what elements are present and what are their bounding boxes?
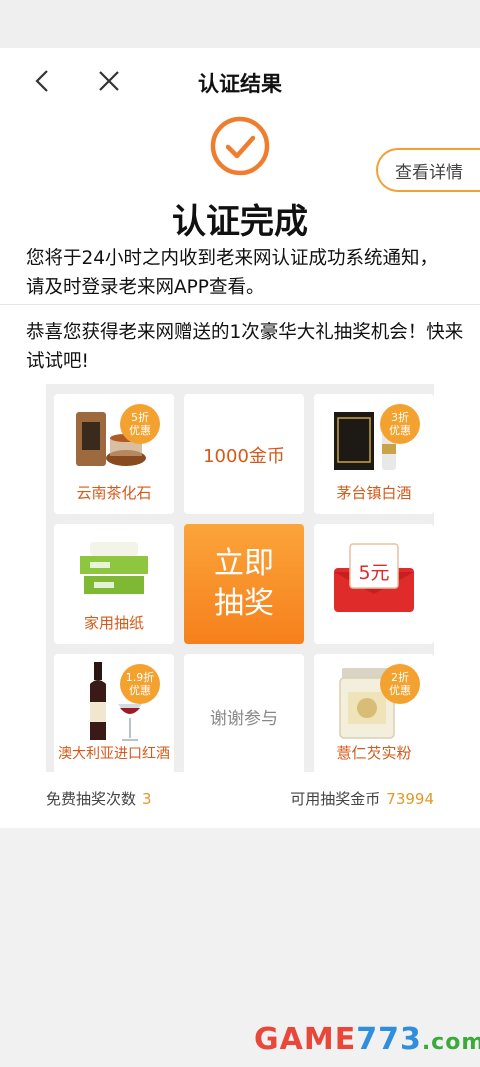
prize-cell-coins: 1000金币 (184, 394, 304, 514)
coins-count: 73994 (386, 790, 434, 808)
red-packet-amount: 5元 (358, 562, 390, 584)
prize-cell-wine: 1.9折 优惠 澳大利亚进口红酒 (54, 654, 174, 774)
discount-badge: 5折 优惠 (120, 404, 160, 444)
site-watermark-logo: GAME773.com (254, 1022, 480, 1057)
prize-cell-tissue: 家用抽纸 (54, 524, 174, 644)
nav-bar: 认证结果 (0, 48, 480, 114)
prize-label: 薏仁芡实粉 (336, 744, 412, 762)
prize-label: 谢谢参与 (210, 709, 278, 729)
prize-cell-tea: 5折 优惠 云南茶化石 (54, 394, 174, 514)
prize-label: 1000金币 (203, 446, 285, 467)
prize-cell-liquor: 3折 优惠 茅台镇白酒 (314, 394, 434, 514)
page-title: 认证结果 (198, 72, 282, 96)
divider (0, 304, 480, 305)
discount-badge: 3折 优惠 (380, 404, 420, 444)
prize-label: 茅台镇白酒 (336, 484, 412, 502)
discount-badge: 1.9折 优惠 (120, 664, 160, 704)
page: 认证结果 查看详情 认证完成 您将于24小时之内收到老来网认证成功系统通知，请及… (0, 48, 480, 828)
draw-button[interactable]: 立即 抽奖 (184, 524, 304, 644)
coins-label: 可用抽奖金币 (290, 790, 381, 808)
view-details-button[interactable]: 查看详情 (376, 148, 480, 192)
prize-label: 云南茶化石 (76, 484, 152, 502)
discount-badge: 2折 优惠 (380, 664, 420, 704)
congrats-text: 恭喜您获得老来网赠送的1次豪华大礼抽奖机会！快来试试吧! (26, 322, 464, 372)
success-check-icon (210, 116, 270, 176)
lottery-grid: 5折 优惠 云南茶化石 1000金币 3折 优惠 茅台镇白酒 家用抽纸 立即 抽… (46, 384, 434, 774)
lottery-footer: 免费抽奖次数 3 可用抽奖金币 73994 (46, 788, 434, 812)
free-draws-label: 免费抽奖次数 (46, 790, 137, 808)
result-title: 认证完成 (172, 202, 308, 242)
status-bar (0, 0, 480, 48)
prize-label: 澳大利亚进口红酒 (58, 746, 170, 762)
prize-cell-thanks: 谢谢参与 (184, 654, 304, 774)
prize-label: 家用抽纸 (83, 614, 144, 632)
notice-text: 您将于24小时之内收到老来网认证成功系统通知，请及时登录老来网APP查看。 (26, 248, 439, 298)
tissue-product-icon (80, 542, 148, 594)
available-coins: 可用抽奖金币 73994 (290, 788, 434, 809)
prize-cell-red-packet: 5元 (314, 524, 434, 644)
prize-cell-powder: 2折 优惠 薏仁芡实粉 (314, 654, 434, 774)
free-draws: 免费抽奖次数 3 (46, 788, 152, 809)
free-draws-count: 3 (142, 790, 152, 808)
